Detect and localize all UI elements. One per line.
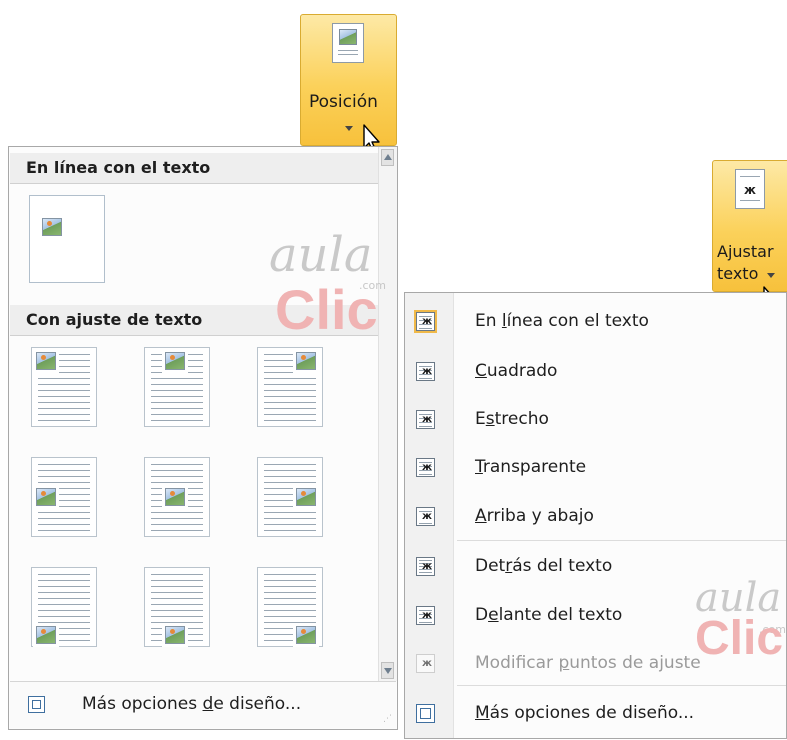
inline-section-header: En línea con el texto [10,153,379,183]
resize-gripper-icon[interactable]: ⋰ [383,714,392,724]
wrap-style-icon: ж [416,410,435,429]
position-picture-icon [332,23,364,63]
chevron-down-icon [345,126,353,131]
inline-position-option[interactable] [29,195,105,283]
wrap-menu-item-label: Cuadrado [475,361,558,381]
menu-separator [457,685,786,686]
wrap-position-option[interactable] [144,457,210,537]
wrap-position-option[interactable] [257,457,323,537]
wrap-menu-item[interactable]: ж Delante del texto [405,595,786,635]
wrap-position-option[interactable] [257,347,323,427]
wrap-style-icon: ж [416,507,435,526]
wrap-text-menu: ж En línea con el texto ж Cuadrado ж Estrecho… [404,292,787,739]
wrap-menu-item-label: Detrás del texto [475,556,613,576]
wrap-menu-item[interactable]: ж Cuadrado [405,351,786,391]
wrap-position-option[interactable] [144,347,210,427]
ajustar-label: Ajustar [717,242,774,261]
texto-label: texto [717,264,759,283]
wrap-position-option[interactable] [31,347,97,427]
gallery-scrollbar[interactable] [378,147,397,681]
wrap-text-icon: ж [735,169,765,209]
divider [10,335,379,336]
divider [10,183,379,184]
wrap-menu-item-label: Estrecho [475,409,549,429]
menu-separator [457,540,786,541]
wrap-menu-item[interactable]: ж Arriba y abajo [405,496,786,536]
ajustar-texto-button[interactable]: ж Ajustar texto [712,160,787,292]
wrap-style-icon: ж [416,312,435,331]
wrap-menu-item-label: Transparente [475,457,587,477]
wrap-menu-item[interactable]: ж Estrecho [405,399,786,439]
chevron-down-icon [767,273,775,278]
wrap-position-option[interactable] [31,567,97,647]
wrap-menu-item-label: Modificar puntos de ajuste [475,653,701,673]
wrap-menu-item-label: Delante del texto [475,605,623,625]
wrap-position-option[interactable] [257,567,323,647]
posicion-label: Posición [309,92,378,112]
wrap-menu-item[interactable]: ж En línea con el texto [405,301,786,341]
more-layout-options[interactable]: Más opciones de diseño... ⋰ [10,681,396,728]
wrap-menu-item[interactable]: ж Transparente [405,447,786,487]
wrap-style-icon: ж [416,557,435,576]
layout-options-icon [28,696,45,713]
wrap-style-icon: ж [416,654,435,673]
scroll-up-button[interactable] [381,149,394,166]
wrap-menu-item: ж Modificar puntos de ajuste [405,643,786,683]
more-options-label: Más opciones de diseño... [82,694,302,714]
wrap-menu-item-label: Arriba y abajo [475,506,594,526]
wrap-section-header: Con ajuste de texto [10,305,379,335]
wrap-style-icon: ж [416,606,435,625]
wrap-menu-item[interactable]: Más opciones de diseño... [405,693,786,733]
posicion-button[interactable]: Posición [300,14,397,146]
scroll-down-button[interactable] [381,662,394,679]
wrap-position-option[interactable] [144,567,210,647]
wrap-style-icon: ж [416,362,435,381]
wrap-menu-item-label: En línea con el texto [475,311,649,331]
layout-options-icon [416,704,435,723]
wrap-menu-item[interactable]: ж Detrás del texto [405,546,786,586]
wrap-position-option[interactable] [31,457,97,537]
position-gallery: En línea con el texto Con ajuste de text… [8,146,398,730]
wrap-style-icon: ж [416,458,435,477]
wrap-menu-item-label: Más opciones de diseño... [475,703,695,723]
